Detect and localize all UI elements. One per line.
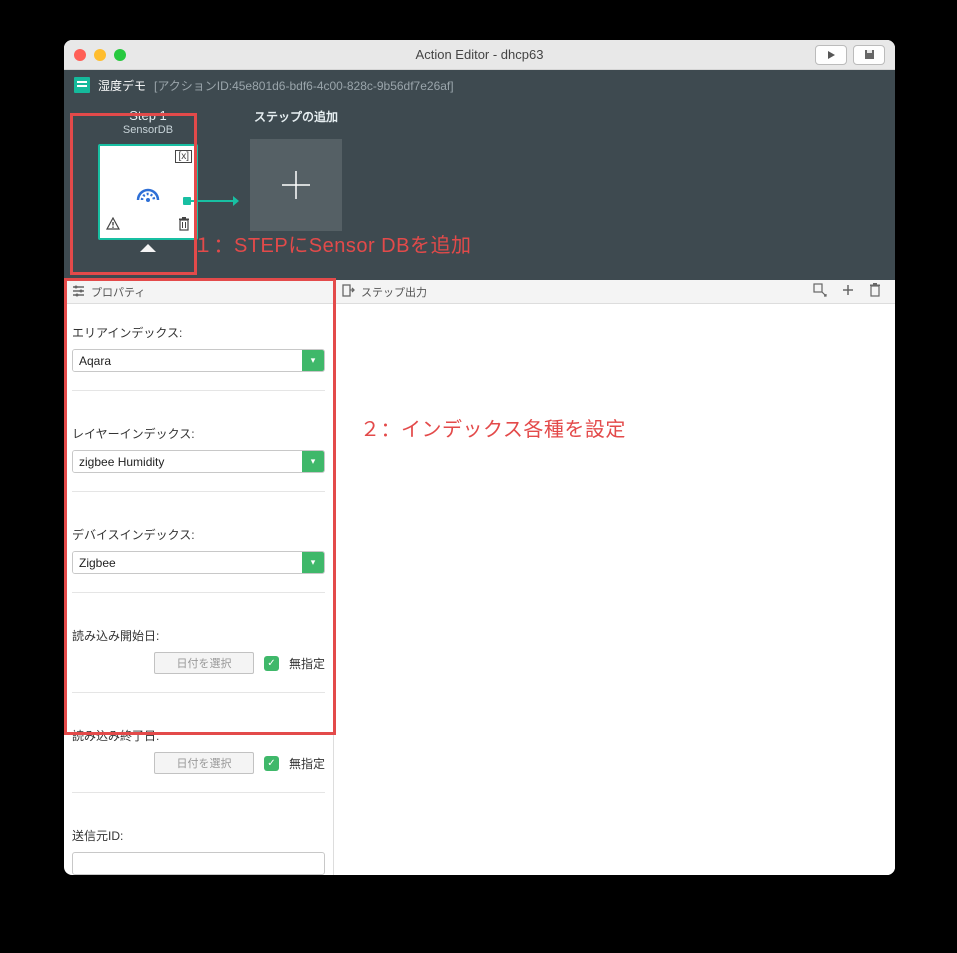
action-id: [アクションID:45e801d6-bdf6-4c00-828c-9b56df7…	[154, 77, 454, 94]
sender-id-label: 送信元ID:	[72, 827, 325, 844]
property-panel: プロパティ エリアインデックス: Aqara ▾ レイヤーインデックス: zig…	[64, 280, 334, 875]
chevron-down-icon: ▾	[302, 552, 324, 573]
save-button[interactable]	[853, 45, 885, 65]
area-index-select[interactable]: Aqara ▾	[72, 349, 325, 372]
map-output-icon[interactable]	[813, 283, 827, 300]
save-icon	[864, 49, 875, 60]
plus-icon	[278, 167, 314, 203]
step-canvas: Step 1 SensorDB [x]	[64, 100, 895, 280]
step-subtitle: SensorDB	[84, 124, 212, 138]
step-title-block: Step 1 SensorDB	[84, 108, 212, 138]
read-end-unset-label: 無指定	[289, 755, 325, 772]
device-index-value: Zigbee	[73, 552, 302, 573]
device-index-label: デバイスインデックス:	[72, 526, 325, 543]
output-panel-title: ステップ出力	[361, 284, 427, 300]
read-start-group: 読み込み開始日: 日付を選択 ✓ 無指定	[72, 627, 325, 693]
add-step-block: ステップの追加	[232, 108, 360, 231]
add-output-icon[interactable]	[841, 283, 855, 300]
layer-index-value: zigbee Humidity	[73, 451, 302, 472]
action-header: 湿度デモ [アクションID:45e801d6-bdf6-4c00-828c-9b…	[64, 70, 895, 100]
minimize-window-button[interactable]	[94, 49, 106, 61]
close-window-button[interactable]	[74, 49, 86, 61]
annotation-text-2: ２：インデックス各種を設定	[360, 413, 626, 442]
sender-id-group: 送信元ID:	[72, 827, 325, 875]
layer-index-group: レイヤーインデックス: zigbee Humidity ▾	[72, 425, 325, 492]
device-index-select[interactable]: Zigbee ▾	[72, 551, 325, 574]
zoom-window-button[interactable]	[114, 49, 126, 61]
read-start-label: 読み込み開始日:	[72, 627, 325, 644]
property-body: エリアインデックス: Aqara ▾ レイヤーインデックス: zigbee Hu…	[64, 304, 333, 875]
play-icon	[826, 50, 836, 60]
add-step-button[interactable]	[250, 139, 342, 231]
layer-index-label: レイヤーインデックス:	[72, 425, 325, 442]
device-index-group: デバイスインデックス: Zigbee ▾	[72, 526, 325, 593]
add-step-label: ステップの追加	[232, 108, 360, 125]
delete-output-icon[interactable]	[869, 283, 881, 300]
run-button[interactable]	[815, 45, 847, 65]
action-type-icon	[74, 77, 90, 93]
trash-icon[interactable]	[178, 217, 190, 234]
area-index-label: エリアインデックス:	[72, 324, 325, 341]
output-icon	[342, 284, 355, 300]
action-name: 湿度デモ	[98, 77, 146, 94]
step-title: Step 1	[84, 108, 212, 124]
property-panel-header: プロパティ	[64, 280, 333, 304]
variable-icon[interactable]: [x]	[175, 150, 192, 163]
area-index-group: エリアインデックス: Aqara ▾	[72, 324, 325, 391]
layer-index-select[interactable]: zigbee Humidity ▾	[72, 450, 325, 473]
read-end-date-button[interactable]: 日付を選択	[154, 752, 254, 774]
app-window: Action Editor - dhcp63 湿度デモ [アクションID:45e…	[64, 40, 895, 875]
chevron-down-icon: ▾	[302, 350, 324, 371]
lower-panels: プロパティ エリアインデックス: Aqara ▾ レイヤーインデックス: zig…	[64, 280, 895, 875]
titlebar: Action Editor - dhcp63	[64, 40, 895, 70]
step-pointer	[140, 244, 156, 252]
traffic-lights	[74, 49, 126, 61]
read-end-unset-checkbox[interactable]: ✓	[264, 756, 279, 771]
output-panel: ステップ出力	[334, 280, 895, 875]
properties-icon	[72, 284, 85, 300]
read-start-date-button[interactable]: 日付を選択	[154, 652, 254, 674]
read-end-label: 読み込み終了日:	[72, 727, 325, 744]
step-connector	[186, 200, 234, 202]
output-body	[334, 304, 895, 875]
read-end-group: 読み込み終了日: 日付を選択 ✓ 無指定	[72, 727, 325, 793]
step-card[interactable]: [x]	[98, 144, 198, 240]
warning-icon[interactable]	[106, 217, 120, 234]
read-start-unset-checkbox[interactable]: ✓	[264, 656, 279, 671]
output-panel-header: ステップ出力	[334, 280, 895, 304]
property-panel-title: プロパティ	[91, 284, 145, 300]
sender-id-input[interactable]	[72, 852, 325, 875]
area-index-value: Aqara	[73, 350, 302, 371]
chevron-down-icon: ▾	[302, 451, 324, 472]
annotation-text-1: １：STEPにSensor DBを追加	[193, 229, 471, 258]
window-title: Action Editor - dhcp63	[64, 47, 895, 62]
sensor-db-icon	[100, 184, 196, 202]
read-start-unset-label: 無指定	[289, 655, 325, 672]
